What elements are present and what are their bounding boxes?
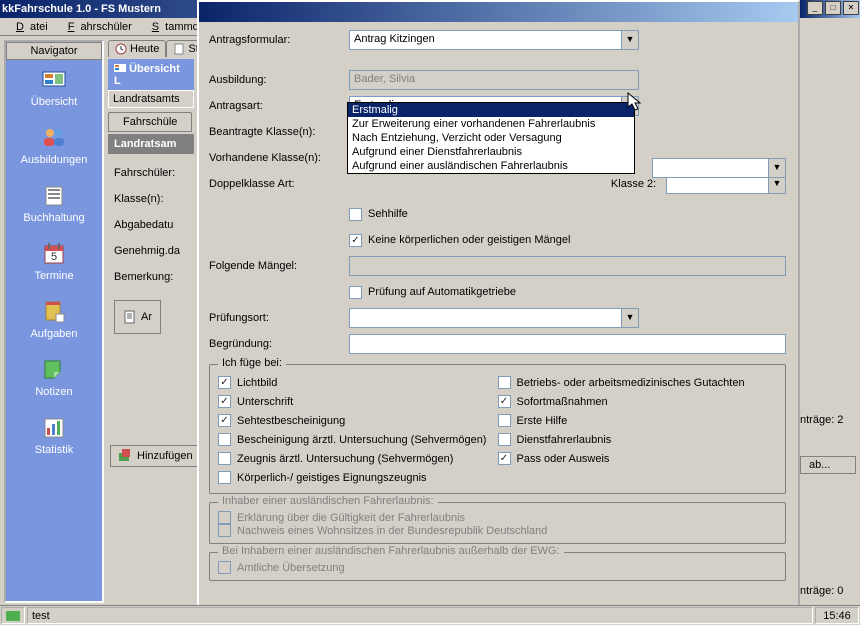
reason-field[interactable] bbox=[349, 334, 786, 354]
lbl-defects: Folgende Mängel: bbox=[209, 260, 349, 272]
overview-icon bbox=[114, 62, 126, 74]
defects-field bbox=[349, 256, 786, 276]
keyboard-icon bbox=[6, 611, 20, 621]
mid-panel: Heute Sta Übersicht L Landratsamts Fahrs… bbox=[108, 40, 194, 603]
fields: Fahrschüler: Klasse(n): Abgabedatu Geneh… bbox=[108, 154, 194, 340]
page-icon bbox=[173, 43, 185, 55]
chk-attach[interactable]: ✓Sofortmaßnahmen bbox=[498, 392, 778, 411]
entries-0: nträge: 0 bbox=[800, 585, 843, 597]
ewg-group: Bei Inhabern einer ausländischen Fahrerl… bbox=[209, 552, 786, 581]
maximize-button[interactable]: □ bbox=[825, 1, 841, 15]
chk-attach[interactable]: Betriebs- oder arbeitsmedizinisches Guta… bbox=[498, 373, 778, 392]
chk-attach[interactable]: Dienstfahrerlaubnis bbox=[498, 430, 778, 449]
window-title: kkFahrschule 1.0 - FS Mustern bbox=[2, 3, 161, 15]
dialog-title-bar bbox=[199, 2, 798, 22]
minimize-button[interactable]: _ bbox=[807, 1, 823, 15]
chk-attach[interactable]: Körperlich-/ geistiges Eignungszeugnis bbox=[218, 468, 498, 487]
today-tab[interactable]: Heute bbox=[108, 40, 166, 57]
add-icon bbox=[119, 449, 133, 463]
chk-attach[interactable]: Zeugnis ärztl. Untersuchung (Sehvermögen… bbox=[218, 449, 498, 468]
chk-attach[interactable]: Bescheinigung ärztl. Untersuchung (Sehve… bbox=[218, 430, 498, 449]
opt-0[interactable]: Erstmalig bbox=[348, 103, 634, 117]
lbl-type: Antragsart: bbox=[209, 100, 349, 112]
ab-button[interactable]: ab... bbox=[800, 456, 856, 474]
chk-vision[interactable]: Sehhilfe bbox=[349, 208, 408, 221]
form-select[interactable]: Antrag Kitzingen ▼ bbox=[349, 30, 639, 50]
fld-classes: Klasse(n): bbox=[114, 186, 188, 212]
chk-attach[interactable]: ✓Pass oder Ausweis bbox=[498, 449, 778, 468]
application-dialog: Antragsformular: Antrag Kitzingen ▼ Ausb… bbox=[197, 0, 800, 625]
section-header: Landratsam bbox=[108, 134, 194, 154]
status-time: 15:46 bbox=[815, 607, 859, 624]
menu-students[interactable]: Fahrschüler bbox=[56, 19, 138, 35]
nav-item-trainings[interactable]: Ausbildungen bbox=[6, 118, 102, 176]
clock-icon bbox=[115, 43, 127, 55]
type-dropdown-list[interactable]: Erstmalig Zur Erweiterung einer vorhande… bbox=[347, 102, 635, 174]
fld-date1: Abgabedatu bbox=[114, 212, 188, 238]
training-field: Bader, Silvia bbox=[349, 70, 639, 90]
fld-note: Bemerkung: bbox=[114, 264, 188, 290]
entries-2: nträge: 2 bbox=[800, 414, 843, 426]
nav-item-overview[interactable]: Übersicht bbox=[6, 60, 102, 118]
nav-item-accounting[interactable]: Buchhaltung bbox=[6, 176, 102, 234]
lbl-training: Ausbildung: bbox=[209, 74, 349, 86]
dropdown-arrow-icon: ▼ bbox=[622, 30, 639, 50]
opt-1[interactable]: Zur Erweiterung einer vorhandenen Fahrer… bbox=[348, 117, 634, 131]
close-button[interactable]: ✕ bbox=[843, 1, 859, 15]
nav-item-stats[interactable]: Statistik bbox=[6, 408, 102, 466]
lbl-form: Antragsformular: bbox=[209, 34, 349, 46]
attach-group: Ich füge bei: ✓Lichtbild✓Unterschrift✓Se… bbox=[209, 364, 786, 494]
lbl-exclass: Vorhandene Klasse(n): bbox=[209, 152, 349, 164]
right-edge: _ □ ✕ nträge: 2 ab... nträge: 0 bbox=[800, 0, 860, 603]
chk-attach[interactable]: ✓Unterschrift bbox=[218, 392, 498, 411]
chk-auto[interactable]: Prüfung auf Automatikgetriebe bbox=[349, 286, 516, 299]
child-title: Übersicht L bbox=[108, 59, 194, 90]
menu-file[interactable]: Datei bbox=[4, 19, 54, 35]
chk-foreign-a: Erklärung über die Gültigkeit der Fahrer… bbox=[218, 511, 777, 524]
status-text: test bbox=[27, 607, 813, 624]
chk-attach[interactable]: ✓Sehtestbescheinigung bbox=[218, 411, 498, 430]
tab-students[interactable]: Fahrschüle bbox=[108, 112, 192, 132]
lbl-double: Doppelklasse Art: bbox=[209, 178, 334, 190]
chk-foreign-b: Nachweis eines Wohnsitzes in der Bundesr… bbox=[218, 524, 777, 537]
chk-ewg-a: Amtliche Übersetzung bbox=[218, 561, 777, 574]
fld-student: Fahrschüler: bbox=[114, 160, 188, 186]
nav-item-notes[interactable]: Notizen bbox=[6, 350, 102, 408]
action-button[interactable]: Ar bbox=[114, 300, 161, 334]
chk-nodefects[interactable]: ✓Keine körperlichen oder geistigen Mänge… bbox=[349, 234, 570, 247]
foreign-group: Inhaber einer ausländischen Fahrerlaubni… bbox=[209, 502, 786, 544]
nav-item-tasks[interactable]: Aufgaben bbox=[6, 292, 102, 350]
chk-attach[interactable]: ✓Lichtbild bbox=[218, 373, 498, 392]
lbl-reqclass: Beantragte Klasse(n): bbox=[209, 126, 349, 138]
navigator-header: Navigator bbox=[6, 42, 102, 60]
opt-2[interactable]: Nach Entziehung, Verzicht oder Versagung bbox=[348, 131, 634, 145]
chk-attach[interactable]: Erste Hilfe bbox=[498, 411, 778, 430]
lbl-place: Prüfungsort: bbox=[209, 312, 349, 324]
doc-icon bbox=[123, 310, 137, 324]
class1-select[interactable]: ▼ bbox=[652, 158, 786, 178]
navigator-panel: Navigator Übersicht Ausbildungen Buchhal… bbox=[4, 40, 104, 603]
opt-4[interactable]: Aufgrund einer ausländischen Fahrerlaubn… bbox=[348, 159, 634, 173]
fld-date2: Genehmig.da bbox=[114, 238, 188, 264]
dropdown-arrow-icon: ▼ bbox=[769, 158, 786, 178]
lbl-class2: Klasse 2: bbox=[594, 178, 667, 190]
breadcrumb: Landratsamts bbox=[108, 90, 194, 108]
svg-text:5: 5 bbox=[51, 251, 57, 263]
status-bar: test 15:46 bbox=[0, 605, 860, 625]
dropdown-arrow-icon: ▼ bbox=[622, 308, 639, 328]
add-button[interactable]: Hinzufügen bbox=[110, 445, 202, 467]
place-select[interactable]: ▼ bbox=[349, 308, 639, 328]
lbl-reason: Begründung: bbox=[209, 338, 349, 350]
nav-item-dates[interactable]: 5 Termine bbox=[6, 234, 102, 292]
opt-3[interactable]: Aufgrund einer Dienstfahrerlaubnis bbox=[348, 145, 634, 159]
